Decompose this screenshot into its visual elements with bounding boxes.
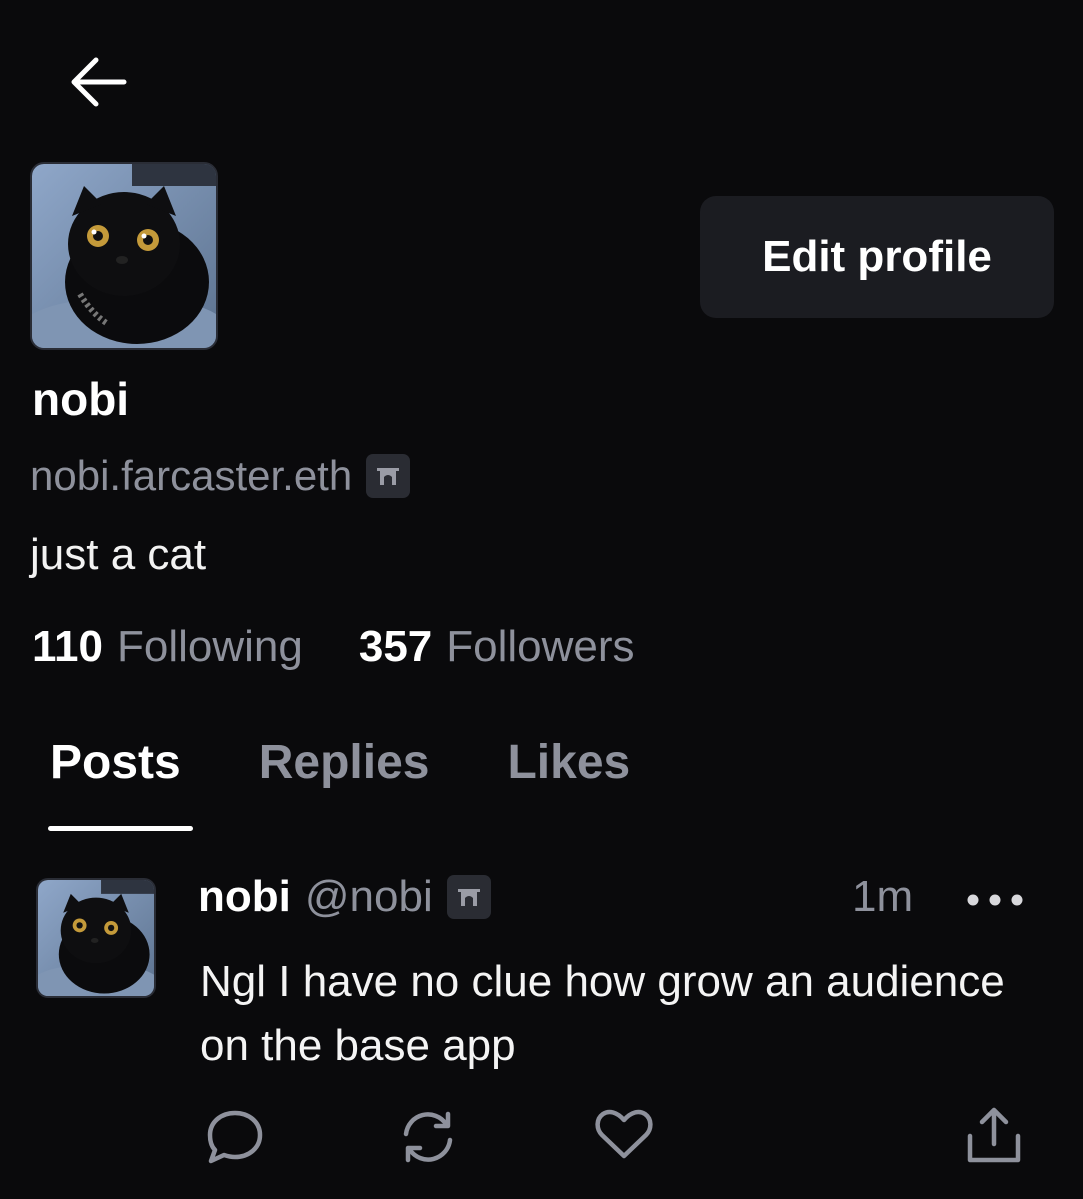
post-header: nobi @nobi — [198, 872, 491, 922]
tab-likes[interactable]: Likes — [507, 735, 630, 790]
profile-tabs: Posts Replies Likes — [50, 735, 630, 790]
reply-button[interactable] — [204, 1108, 266, 1171]
following-count: 110 — [32, 622, 103, 671]
reply-icon — [207, 1110, 263, 1164]
recast-button[interactable] — [396, 1108, 460, 1171]
cat-avatar-image — [38, 880, 154, 996]
cat-avatar-image — [32, 164, 216, 348]
share-icon — [967, 1107, 1021, 1163]
post-text: Ngl I have no clue how grow an audience … — [200, 957, 1005, 1070]
profile-stats: 110 Following 357 Followers — [32, 622, 635, 672]
edit-profile-button[interactable]: Edit profile — [700, 196, 1054, 318]
farcaster-arch-icon — [446, 875, 491, 919]
tab-posts[interactable]: Posts — [50, 735, 181, 790]
post-author-name[interactable]: nobi — [198, 872, 291, 922]
like-icon — [595, 1109, 653, 1159]
more-options-button[interactable] — [960, 880, 1030, 920]
like-button[interactable] — [594, 1108, 654, 1167]
post-timestamp: 1m — [852, 872, 914, 921]
followers-label: Followers — [446, 622, 635, 671]
followers-count: 357 — [358, 622, 433, 671]
followers-stat[interactable]: 357 Followers — [359, 622, 635, 672]
profile-fname: nobi.farcaster.eth — [30, 452, 353, 499]
more-horizontal-icon — [967, 894, 1023, 906]
profile-avatar[interactable] — [30, 162, 218, 350]
share-button[interactable] — [964, 1104, 1024, 1171]
following-stat[interactable]: 110 Following — [32, 622, 303, 672]
back-button[interactable] — [62, 52, 134, 112]
recast-icon — [403, 1111, 453, 1163]
post-author-handle[interactable]: @nobi — [305, 872, 433, 922]
following-label: Following — [116, 622, 303, 671]
farcaster-arch-icon — [366, 454, 411, 498]
active-tab-indicator — [48, 826, 193, 831]
tab-replies[interactable]: Replies — [259, 735, 430, 790]
profile-display-name: nobi — [32, 373, 130, 425]
arrow-left-icon — [71, 57, 127, 107]
post-author-avatar[interactable] — [36, 878, 156, 998]
profile-bio: just a cat — [30, 530, 207, 579]
profile-fname-row: nobi.farcaster.eth — [30, 452, 411, 500]
